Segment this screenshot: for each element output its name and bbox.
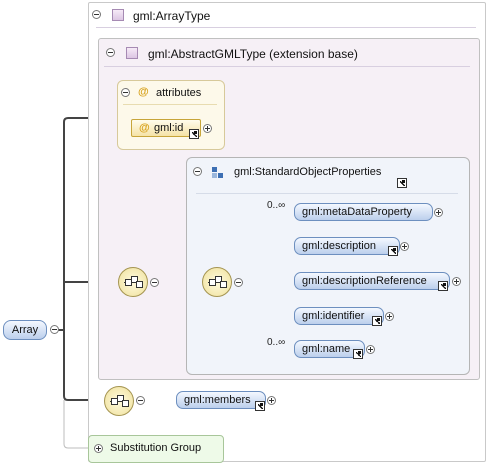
attribute-icon: @ [139,122,150,134]
expand-name-toggle[interactable] [366,345,375,354]
standard-object-properties-label: gml:StandardObjectProperties [234,166,382,178]
collapse-array-type-toggle[interactable] [92,10,101,19]
reference-arrow-icon [189,129,199,139]
expand-gml-id-toggle[interactable] [203,124,212,133]
element-description-reference-label: gml:descriptionReference [302,275,427,287]
element-members-label: gml:members [184,394,251,406]
element-description-reference[interactable]: gml:descriptionReference [294,272,450,291]
collapse-abstract-type-toggle[interactable] [106,48,115,57]
occurrence-label: 0..∞ [267,337,286,348]
expand-identifier-toggle[interactable] [385,312,394,321]
expand-description-reference-toggle[interactable] [452,277,461,286]
expand-substitution-group-toggle[interactable] [94,444,103,453]
element-identifier-label: gml:identifier [302,310,365,322]
attribute-icon: @ [138,86,149,98]
substitution-group-label: Substitution Group [110,442,202,454]
collapse-members-sequence-toggle[interactable] [136,396,145,405]
element-name[interactable]: gml:name [294,340,365,359]
standard-object-properties-separator [196,193,458,194]
element-identifier[interactable]: gml:identifier [294,307,384,326]
element-name-label: gml:name [302,343,351,355]
abstract-gml-type-label: gml:AbstractGMLType (extension base) [148,47,358,61]
element-members[interactable]: gml:members [176,391,266,411]
reference-arrow-icon [353,349,363,359]
sequence-compositor-members[interactable] [104,386,134,416]
collapse-array-toggle[interactable] [50,325,59,334]
attribute-gml-id[interactable]: @ gml:id [131,119,201,139]
expand-description-toggle[interactable] [400,242,409,251]
element-description[interactable]: gml:description [294,237,400,256]
attributes-label: attributes [156,87,202,99]
reference-arrow-icon [372,316,382,326]
reference-arrow-icon [438,281,448,291]
collapse-standard-object-properties-toggle[interactable] [193,167,202,176]
occurrence-label: 0..∞ [267,200,286,211]
sequence-compositor-outer[interactable] [118,267,148,297]
array-type-label: gml:ArrayType [133,9,211,23]
complex-type-icon [126,47,138,59]
collapse-attributes-toggle[interactable] [121,88,130,97]
collapse-outer-sequence-toggle[interactable] [150,278,159,287]
reference-arrow-icon [255,401,265,411]
attribute-gml-id-label: gml:id [154,122,184,134]
sequence-compositor-inner[interactable] [202,267,232,297]
reference-arrow-icon [388,246,398,256]
attributes-header-separator [123,104,217,105]
element-meta-data-property[interactable]: gml:metaDataProperty [294,203,433,221]
root-element-array[interactable]: Array [3,320,47,340]
element-description-label: gml:description [302,240,376,252]
array-type-header-separator [96,27,476,28]
expand-members-toggle[interactable] [267,396,276,405]
expand-meta-data-property-toggle[interactable] [434,208,443,217]
model-group-icon [212,167,225,180]
root-element-label: Array [11,324,39,336]
collapse-inner-sequence-toggle[interactable] [234,278,243,287]
reference-arrow-icon[interactable] [397,178,407,188]
complex-type-icon [112,9,124,21]
element-meta-data-property-label: gml:metaDataProperty [302,206,413,218]
abstract-type-header-separator [104,66,470,67]
